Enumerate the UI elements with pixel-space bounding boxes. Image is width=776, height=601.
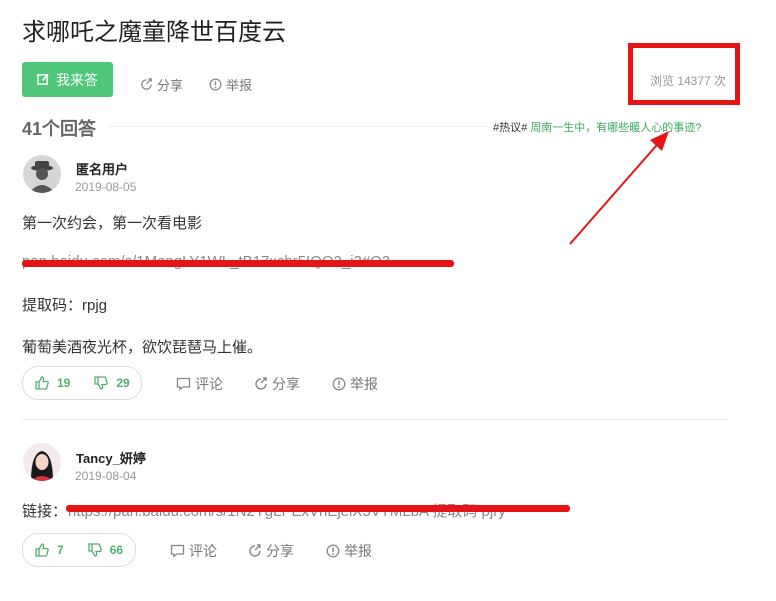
report-link[interactable]: 举报 <box>209 75 252 94</box>
comment-icon <box>176 377 191 391</box>
downvote-count: 66 <box>109 543 124 557</box>
answer-text: 第一次约会，第一次看电影 <box>22 215 203 232</box>
share-label: 分享 <box>266 543 294 559</box>
edit-icon <box>37 73 49 85</box>
redaction-mark <box>66 505 570 512</box>
share-icon <box>255 377 267 390</box>
report-button[interactable]: 举报 <box>326 541 372 561</box>
hot-tag: #热议# <box>493 122 528 134</box>
report-label: 举报 <box>226 78 253 93</box>
comment-button[interactable]: 评论 <box>170 541 217 561</box>
alert-icon <box>332 377 346 391</box>
thumbs-down-icon <box>94 376 109 390</box>
hot-topic[interactable]: #热议# 周南一生中，有哪些暖人心的事迹? <box>493 119 701 135</box>
comment-icon <box>170 544 185 558</box>
comment-label: 评论 <box>189 543 217 559</box>
answer-button[interactable]: 我来答 <box>22 62 113 97</box>
downvote-count: 29 <box>116 376 130 390</box>
share-label: 分享 <box>157 78 184 93</box>
answer-divider <box>22 419 728 420</box>
comment-label: 评论 <box>195 376 223 392</box>
upvote-count: 7 <box>57 543 64 557</box>
upvote-count: 19 <box>57 376 71 390</box>
share-icon <box>249 544 261 557</box>
user-name[interactable]: 匿名用户 <box>76 159 128 178</box>
hot-topic-link[interactable]: 周南一生中，有哪些暖人心的事迹? <box>530 122 701 134</box>
downvote-button[interactable]: 29 <box>82 374 141 392</box>
user-name[interactable]: Tancy_妍婷 <box>76 448 146 467</box>
share-icon <box>141 78 152 90</box>
anonymous-avatar-icon <box>23 155 61 193</box>
report-label: 举报 <box>344 543 372 559</box>
thumbs-up-icon <box>35 543 49 557</box>
share-button[interactable]: 分享 <box>248 541 294 561</box>
report-label: 举报 <box>350 376 378 392</box>
comment-button[interactable]: 评论 <box>176 374 223 394</box>
alert-icon <box>326 544 340 558</box>
page-title: 求哪吒之魔童降世百度云 <box>22 19 286 46</box>
answer-date: 2019-08-04 <box>75 469 137 483</box>
avatar[interactable] <box>23 155 61 193</box>
downvote-button[interactable]: 66 <box>76 541 135 559</box>
answer-count: 41个回答 <box>22 119 97 139</box>
share-button[interactable]: 分享 <box>254 374 300 394</box>
share-link[interactable]: 分享 <box>140 75 183 94</box>
divider <box>108 126 486 127</box>
extraction-code: 提取码：rpjg <box>22 297 108 314</box>
report-button[interactable]: 举报 <box>332 374 378 394</box>
link-label: 链接： <box>22 503 68 520</box>
thumbs-up-icon <box>35 376 49 390</box>
answer-date: 2019-08-05 <box>75 180 137 194</box>
thumbs-down-icon <box>88 543 102 557</box>
avatar[interactable] <box>23 443 61 481</box>
answer-button-label: 我来答 <box>56 71 98 88</box>
share-label: 分享 <box>272 376 300 392</box>
vote-box: 19 29 <box>22 366 142 400</box>
upvote-button[interactable]: 7 <box>23 541 76 559</box>
alert-icon <box>209 78 222 91</box>
answer-text: 葡萄美酒夜光杯，欲饮琵琶马上催。 <box>22 339 263 356</box>
vote-box: 7 66 <box>22 533 136 567</box>
redaction-mark <box>22 260 454 267</box>
user-avatar-icon <box>23 443 61 481</box>
upvote-button[interactable]: 19 <box>23 374 82 392</box>
